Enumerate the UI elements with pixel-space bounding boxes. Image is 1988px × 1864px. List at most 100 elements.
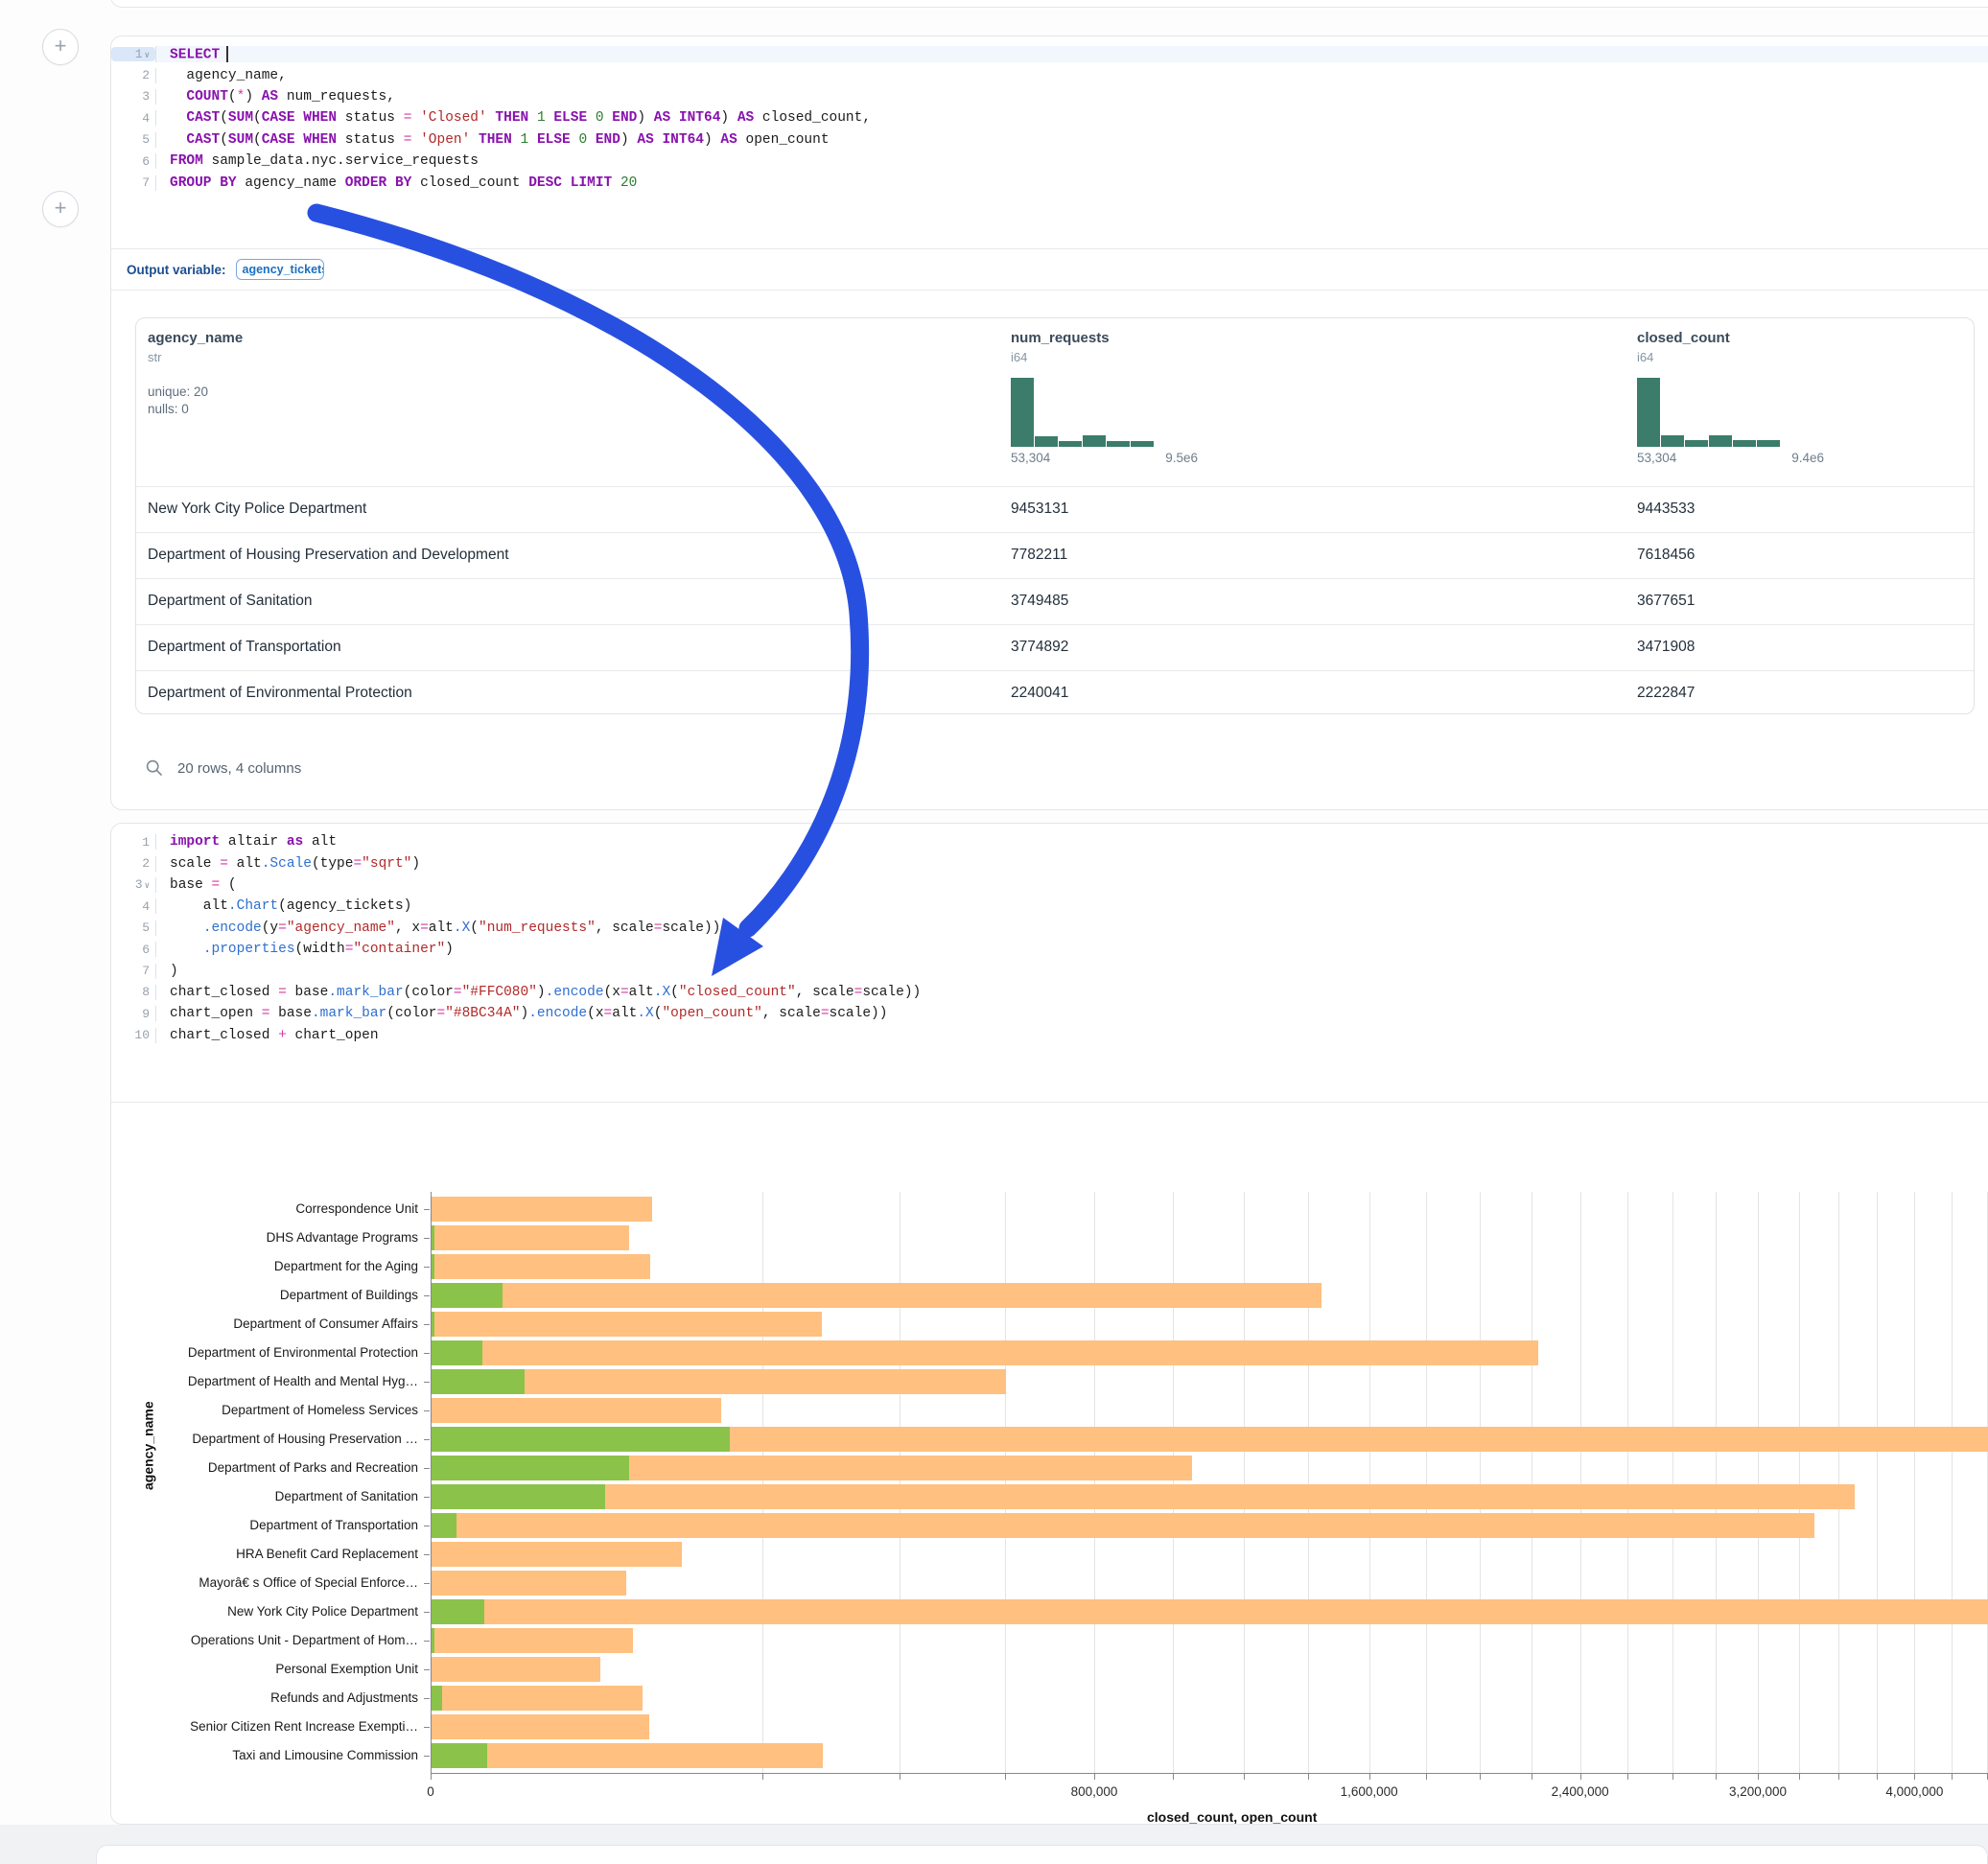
python-cell: 1import altair as alt2scale = alt.Scale(… [110,823,1988,1825]
gridline [1799,1192,1800,1773]
x-axis-label: 3,200,000 [1729,1784,1787,1799]
bar-open-count [432,1628,434,1653]
y-axis-label: Department of Parks and Recreation [111,1460,418,1475]
y-tick [424,1209,430,1210]
y-tick [424,1468,430,1469]
table-cell: 9443533 [1637,501,1695,518]
line-number: 3 [111,89,155,104]
y-axis-label: New York City Police Department [111,1604,418,1619]
search-icon[interactable] [145,758,164,778]
x-tick [1244,1774,1245,1780]
y-tick [424,1353,430,1354]
table-row[interactable]: Department of Transportation377489234719… [136,624,1974,670]
python-line-2[interactable]: 2scale = alt.Scale(type="sqrt") [111,852,1988,874]
line-number: 3∨ [111,877,155,892]
gridline [1838,1192,1839,1773]
hist-min-label: 53,304 [1637,451,1676,465]
table-row[interactable]: Department of Environmental Protection22… [136,670,1974,714]
y-axis-title: agency_name [140,1401,155,1490]
table-cell: New York City Police Department [148,501,366,518]
column-header-num_requests[interactable]: num_requestsi6453,3049.5e6 [1011,330,1198,465]
table-row[interactable]: Department of Sanitation37494853677651 [136,578,1974,624]
x-tick [431,1774,432,1780]
table-cell: 7618456 [1637,547,1695,564]
code-text: chart_closed = base.mark_bar(color="#FFC… [155,985,1988,1000]
notebook-page: + + 1∨SELECT2 agency_name,3 COUNT(*) AS … [0,0,1988,1864]
y-tick [424,1641,430,1642]
x-tick [1758,1774,1759,1780]
x-tick [1005,1774,1006,1780]
bar-open-count [432,1340,482,1365]
table-row[interactable]: Department of Housing Preservation and D… [136,532,1974,578]
add-cell-button-top[interactable]: + [42,29,79,65]
x-tick [1799,1774,1800,1780]
python-line-9[interactable]: 9chart_open = base.mark_bar(color="#8BC3… [111,1003,1988,1024]
add-cell-button-middle[interactable]: + [42,191,79,227]
x-tick [1173,1774,1174,1780]
bar-open-count [432,1599,484,1624]
fold-chevron-icon[interactable]: ∨ [145,51,150,60]
gridline [1672,1192,1673,1773]
table-cell: Department of Environmental Protection [148,685,412,702]
code-text: CAST(SUM(CASE WHEN status = 'Open' THEN … [155,132,1988,148]
x-tick [1716,1774,1717,1780]
table-row-count: 20 rows, 4 columns [177,760,301,777]
python-line-1[interactable]: 1import altair as alt [111,831,1988,852]
table-cell: 3749485 [1011,593,1068,610]
table-cell: Department of Transportation [148,639,341,656]
x-tick [1914,1774,1915,1780]
sql-line-1[interactable]: 1∨SELECT [111,43,1988,64]
y-tick [424,1669,430,1670]
y-axis-label: Department of Buildings [111,1288,418,1302]
x-tick [1877,1774,1878,1780]
sql-line-7[interactable]: 7GROUP BY agency_name ORDER BY closed_co… [111,172,1988,193]
column-name: agency_name [148,330,243,346]
bar-closed-count [432,1484,1855,1509]
table-cell: 7782211 [1011,547,1067,564]
x-tick [1627,1774,1628,1780]
y-axis-label: Taxi and Limousine Commission [111,1748,418,1762]
line-number: 1 [111,835,155,850]
python-line-3[interactable]: 3∨base = ( [111,874,1988,896]
code-text: chart_closed + chart_open [155,1028,1988,1043]
y-axis-label: Department of Housing Preservation … [111,1432,418,1446]
gridline [1580,1192,1581,1773]
table-row[interactable]: New York City Police Department945313194… [136,486,1974,532]
bar-closed-count [432,1657,600,1682]
gridline [1244,1192,1245,1773]
bar-closed-count [432,1628,633,1653]
sql-line-5[interactable]: 5 CAST(SUM(CASE WHEN status = 'Open' THE… [111,129,1988,151]
y-tick [424,1238,430,1239]
python-line-8[interactable]: 8chart_closed = base.mark_bar(color="#FF… [111,982,1988,1003]
output-variable-pill[interactable]: agency_tickets [236,259,324,280]
line-number: 7 [111,964,155,978]
output-variable-label: Output variable: [127,263,226,277]
y-axis-label: Department of Environmental Protection [111,1345,418,1360]
python-line-4[interactable]: 4 alt.Chart(agency_tickets) [111,896,1988,917]
y-axis-label: Refunds and Adjustments [111,1690,418,1705]
python-line-5[interactable]: 5 .encode(y="agency_name", x=alt.X("num_… [111,918,1988,939]
python-code-editor[interactable]: 1import altair as alt2scale = alt.Scale(… [111,824,1988,1103]
sql-line-3[interactable]: 3 COUNT(*) AS num_requests, [111,86,1988,107]
bar-open-count [432,1225,434,1250]
bar-closed-count [432,1571,626,1596]
column-header-closed_count[interactable]: closed_counti6453,3049.4e6 [1637,330,1824,465]
bar-open-count [432,1743,487,1768]
bar-open-count [432,1283,503,1308]
sql-line-4[interactable]: 4 CAST(SUM(CASE WHEN status = 'Closed' T… [111,107,1988,128]
fold-chevron-icon[interactable]: ∨ [145,881,150,891]
sql-line-6[interactable]: 6FROM sample_data.nyc.service_requests [111,151,1988,172]
sql-line-2[interactable]: 2 agency_name, [111,64,1988,85]
line-number: 6 [111,154,155,169]
python-line-10[interactable]: 10chart_closed + chart_open [111,1025,1988,1046]
sql-code-editor[interactable]: 1∨SELECT2 agency_name,3 COUNT(*) AS num_… [111,36,1988,255]
python-line-7[interactable]: 7) [111,960,1988,981]
python-line-6[interactable]: 6 .properties(width="container") [111,939,1988,960]
x-axis-label: 0 [427,1784,434,1799]
gridline [1480,1192,1481,1773]
y-axis-label: Department of Sanitation [111,1489,418,1503]
bar-closed-count [432,1542,682,1567]
column-header-agency_name[interactable]: agency_namestrunique: 20nulls: 0 [148,330,243,416]
gridline [1426,1192,1427,1773]
table-cell: Department of Housing Preservation and D… [148,547,509,564]
